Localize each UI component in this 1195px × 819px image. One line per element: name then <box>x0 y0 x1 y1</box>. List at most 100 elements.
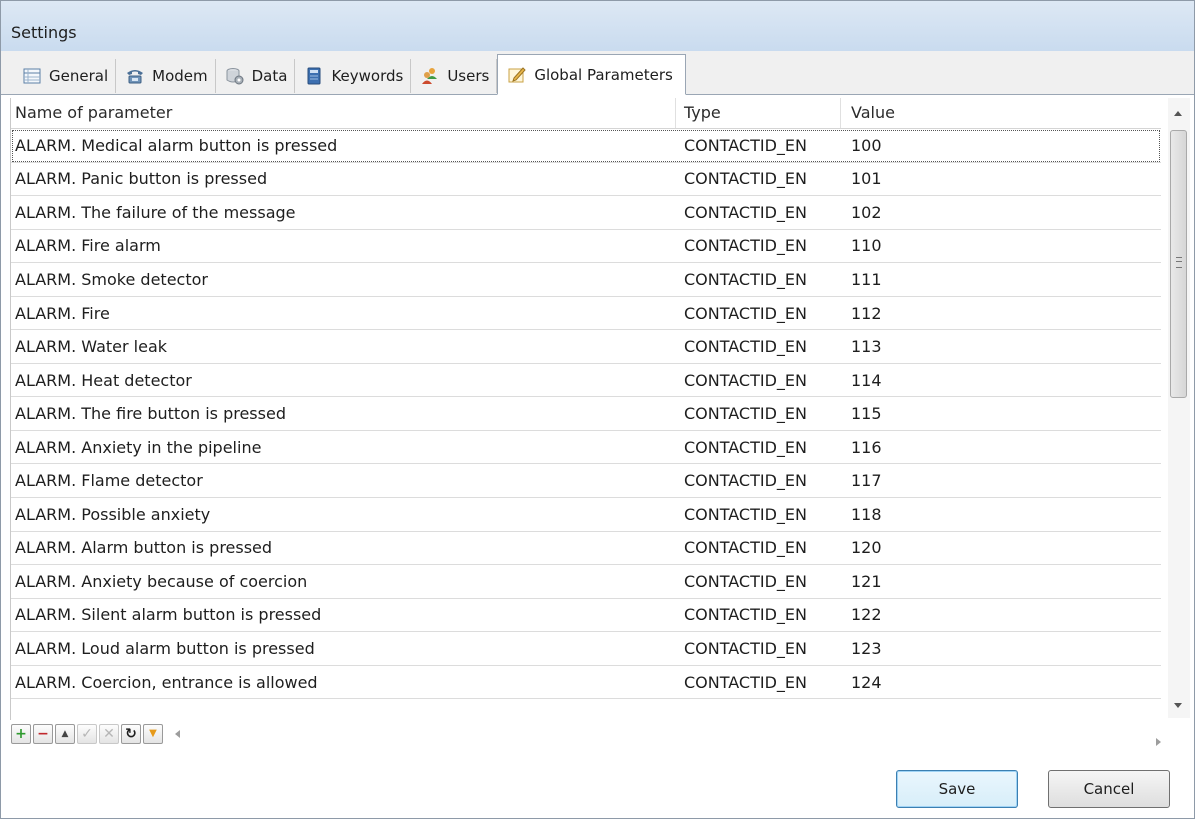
parameters-grid: Name of parameter Type Value ALARM. Medi… <box>10 98 1161 720</box>
move-up-button[interactable]: ▲ <box>55 724 75 744</box>
cell-name: ALARM. Flame detector <box>15 471 203 491</box>
cell-name: ALARM. Fire alarm <box>15 236 161 256</box>
grid-body: ALARM. Medical alarm button is pressed CO… <box>11 129 1161 700</box>
tab-users[interactable]: Users <box>411 59 498 93</box>
cell-value: 101 <box>851 169 882 189</box>
add-button[interactable]: + <box>11 724 31 744</box>
column-header-value[interactable]: Value <box>841 98 1141 128</box>
window-title: Settings <box>11 23 77 42</box>
cancel-button[interactable]: Cancel <box>1048 770 1170 808</box>
telephone-icon <box>125 66 145 86</box>
filter-icon: ▼ <box>149 728 157 739</box>
cell-value: 112 <box>851 303 882 323</box>
tab-strip: General Modem Data Keywords Users Global… <box>1 51 1194 95</box>
cell-type: CONTACTID_EN <box>684 504 807 524</box>
tab-label: Modem <box>152 67 208 85</box>
cell-value: 115 <box>851 404 882 424</box>
edit-note-icon <box>507 65 527 85</box>
cell-type: CONTACTID_EN <box>684 638 807 658</box>
cell-name: ALARM. Medical alarm button is pressed <box>15 135 338 155</box>
table-row[interactable]: ALARM. Fire alarm CONTACTID_EN 110 <box>11 230 1161 264</box>
cell-type: CONTACTID_EN <box>684 169 807 189</box>
cell-name: ALARM. Possible anxiety <box>15 504 211 524</box>
book-icon <box>304 66 324 86</box>
tab-label: Global Parameters <box>534 65 673 84</box>
vertical-scrollbar[interactable] <box>1168 98 1190 718</box>
cell-name: ALARM. Panic button is pressed <box>15 169 268 189</box>
table-row[interactable]: ALARM. Alarm button is pressed CONTACTID_… <box>11 532 1161 566</box>
cell-value: 117 <box>851 471 882 491</box>
table-row[interactable]: ALARM. Panic button is pressed CONTACTID_… <box>11 163 1161 197</box>
cell-type: CONTACTID_EN <box>684 202 807 222</box>
add-icon: + <box>15 726 27 742</box>
cell-type: CONTACTID_EN <box>684 269 807 289</box>
cell-value: 114 <box>851 370 882 390</box>
cell-name: ALARM. Heat detector <box>15 370 192 390</box>
column-header-type[interactable]: Type <box>676 98 841 128</box>
tab-label: General <box>49 67 109 85</box>
cell-type: CONTACTID_EN <box>684 605 807 625</box>
scroll-left-icon[interactable] <box>175 730 180 738</box>
refresh-button[interactable]: ↻ <box>121 724 141 744</box>
settings-window: Settings General Modem Data Keywords Use… <box>0 0 1195 819</box>
tab-label: Users <box>447 67 490 85</box>
cell-type: CONTACTID_EN <box>684 437 807 457</box>
cell-type: CONTACTID_EN <box>684 571 807 591</box>
column-header-name[interactable]: Name of parameter <box>11 98 676 128</box>
grip-icon <box>1176 257 1182 268</box>
apply-button[interactable]: ✓ <box>77 724 97 744</box>
table-row[interactable]: ALARM. Medical alarm button is pressed CO… <box>11 129 1161 163</box>
table-row[interactable]: ALARM. Smoke detector CONTACTID_EN 111 <box>11 263 1161 297</box>
table-row[interactable]: ALARM. Possible anxiety CONTACTID_EN 118 <box>11 498 1161 532</box>
tab-modem[interactable]: Modem <box>116 59 216 93</box>
cell-value: 121 <box>851 571 882 591</box>
cell-name: ALARM. Alarm button is pressed <box>15 538 273 558</box>
table-row[interactable]: ALARM. Fire CONTACTID_EN 112 <box>11 297 1161 331</box>
table-row[interactable]: ALARM. Loud alarm button is pressed CONTA… <box>11 632 1161 666</box>
table-row[interactable]: ALARM. The fire button is pressed CONTACT… <box>11 397 1161 431</box>
title-bar: Settings <box>1 1 1194 52</box>
scroll-down-icon[interactable] <box>1174 703 1182 708</box>
tab-general[interactable]: General <box>13 59 117 93</box>
table-row[interactable]: ALARM. Silent alarm button is pressed CON… <box>11 599 1161 633</box>
cell-name: ALARM. Smoke detector <box>15 269 208 289</box>
save-button[interactable]: Save <box>896 770 1018 808</box>
cell-value: 118 <box>851 504 882 524</box>
move-up-icon: ▲ <box>61 728 69 739</box>
scroll-right-icon[interactable] <box>1156 738 1161 746</box>
users-icon <box>420 66 440 86</box>
cell-value: 124 <box>851 672 882 692</box>
remove-button[interactable]: − <box>33 724 53 744</box>
grid-header: Name of parameter Type Value <box>11 98 1161 129</box>
cell-value: 100 <box>851 135 882 155</box>
cell-type: CONTACTID_EN <box>684 672 807 692</box>
tab-data[interactable]: Data <box>216 59 296 93</box>
cell-name: ALARM. Silent alarm button is pressed <box>15 605 322 625</box>
cell-name: ALARM. The failure of the message <box>15 202 296 222</box>
tab-label: Data <box>251 67 288 85</box>
table-row[interactable]: ALARM. Flame detector CONTACTID_EN 117 <box>11 464 1161 499</box>
cell-type: CONTACTID_EN <box>684 303 807 323</box>
cell-value: 102 <box>851 202 882 222</box>
cell-value: 123 <box>851 638 882 658</box>
cell-type: CONTACTID_EN <box>684 471 807 491</box>
table-row[interactable]: ALARM. The failure of the message CONTACT… <box>11 196 1161 230</box>
tab-keywords[interactable]: Keywords <box>295 59 412 93</box>
table-row[interactable]: ALARM. Water leak CONTACTID_EN 113 <box>11 330 1161 364</box>
cancel-edit-icon: ✕ <box>103 726 115 742</box>
table-row[interactable]: ALARM. Anxiety because of coercion CONTAC… <box>11 565 1161 599</box>
apply-icon: ✓ <box>81 726 93 742</box>
scroll-up-icon[interactable] <box>1174 111 1182 116</box>
cell-value: 113 <box>851 337 882 357</box>
cancel-edit-button[interactable]: ✕ <box>99 724 119 744</box>
grid-toolbar: + − ▲ ✓ ✕ ↻ ▼ <box>11 722 180 746</box>
table-row[interactable]: ALARM. Coercion, entrance is allowed CONT… <box>11 666 1161 700</box>
table-row[interactable]: ALARM. Anxiety in the pipeline CONTACTID_… <box>11 431 1161 465</box>
scroll-thumb[interactable] <box>1170 130 1187 398</box>
table-row[interactable]: ALARM. Heat detector CONTACTID_EN 114 <box>11 364 1161 398</box>
tab-global-parameters[interactable]: Global Parameters <box>497 54 686 95</box>
cell-name: ALARM. Anxiety in the pipeline <box>15 437 262 457</box>
gear-db-icon <box>225 66 245 86</box>
cell-value: 110 <box>851 236 882 256</box>
filter-button[interactable]: ▼ <box>143 724 163 744</box>
